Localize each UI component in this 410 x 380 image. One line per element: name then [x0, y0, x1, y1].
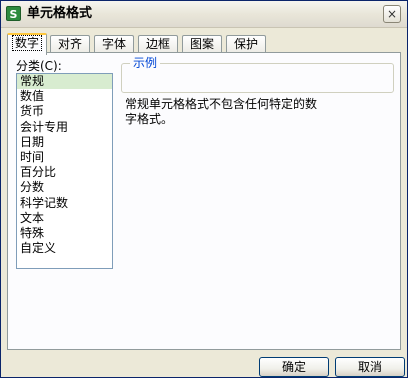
category-item-custom[interactable]: 自定义	[17, 241, 112, 256]
category-item-special[interactable]: 特殊	[17, 226, 112, 241]
number-tab-panel: 分类(C): 常规 数值 货币 会计专用 日期 时间 百分比 分数 科学记数 文…	[7, 52, 401, 350]
category-label: 分类(C):	[16, 59, 62, 73]
category-item-scientific[interactable]: 科学记数	[17, 196, 112, 211]
sample-groupbox: 示例	[121, 56, 394, 93]
category-item-text[interactable]: 文本	[17, 211, 112, 226]
tab-alignment[interactable]: 对齐	[50, 35, 90, 53]
tab-border[interactable]: 边框	[138, 35, 178, 53]
category-item-currency[interactable]: 货币	[17, 104, 112, 119]
dialog-title: 单元格格式	[27, 6, 93, 21]
title-bar[interactable]: S 单元格格式 ×	[1, 1, 407, 28]
category-item-general[interactable]: 常规	[17, 74, 112, 90]
tab-number[interactable]: 数字	[7, 33, 47, 55]
tab-number-label: 数字	[11, 35, 42, 51]
category-item-fraction[interactable]: 分数	[17, 180, 112, 195]
category-item-number[interactable]: 数值	[17, 89, 112, 104]
category-item-percentage[interactable]: 百分比	[17, 165, 112, 180]
category-item-time[interactable]: 时间	[17, 150, 112, 165]
format-cells-dialog: S 单元格格式 × 数字 对齐 字体 边框 图案 保护 分类(C): 常规 数值…	[0, 0, 408, 378]
tab-font[interactable]: 字体	[94, 35, 134, 53]
cancel-button[interactable]: 取消	[335, 357, 405, 377]
ok-button[interactable]: 确定	[259, 357, 329, 377]
format-description: 常规单元格格式不包含任何特定的数字格式。	[125, 97, 318, 126]
sample-legend: 示例	[130, 56, 161, 70]
close-icon[interactable]: ×	[383, 5, 401, 23]
tab-pattern[interactable]: 图案	[182, 35, 222, 53]
category-item-date[interactable]: 日期	[17, 135, 112, 150]
category-listbox[interactable]: 常规 数值 货币 会计专用 日期 时间 百分比 分数 科学记数 文本 特殊 自定…	[16, 73, 113, 269]
wps-spreadsheet-icon: S	[6, 6, 21, 21]
category-item-accounting[interactable]: 会计专用	[17, 120, 112, 135]
tab-protection[interactable]: 保护	[226, 35, 266, 53]
